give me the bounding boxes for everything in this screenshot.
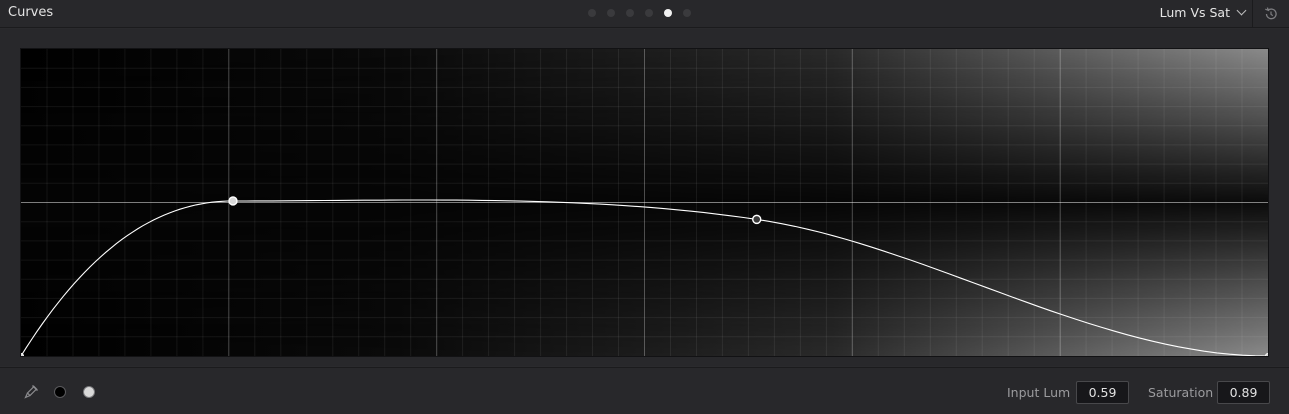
page-dot-5[interactable] <box>664 9 672 17</box>
curves-panel <box>0 29 1289 366</box>
saturation-field[interactable]: 0.89 <box>1217 381 1270 404</box>
panel-title: Curves <box>8 5 54 20</box>
white-point-swatch[interactable] <box>83 386 95 398</box>
reset-icon <box>1265 7 1277 20</box>
saturation-label: Saturation <box>1148 385 1214 400</box>
curve-mode-dropdown[interactable]: Lum Vs Sat <box>1159 5 1247 20</box>
page-dot-4[interactable] <box>645 9 653 17</box>
black-point-swatch[interactable] <box>54 386 66 398</box>
curve-control-point[interactable] <box>228 196 238 206</box>
page-dot-1[interactable] <box>588 9 596 17</box>
color-picker-button[interactable] <box>23 384 39 400</box>
page-indicator <box>588 9 691 17</box>
input-lum-field[interactable]: 0.59 <box>1076 381 1129 404</box>
curves-header: Curves Lum Vs Sat <box>0 0 1289 28</box>
curve-control-point[interactable] <box>752 214 762 225</box>
reset-button[interactable] <box>1263 6 1279 22</box>
chevron-down-icon <box>1236 5 1247 16</box>
input-lum-label: Input Lum <box>1007 385 1071 400</box>
curve-graph-canvas[interactable] <box>21 49 1268 356</box>
curve-mode-label: Lum Vs Sat <box>1159 5 1230 20</box>
page-dot-3[interactable] <box>626 9 634 17</box>
curves-footer: Input Lum 0.59 Saturation 0.89 <box>0 367 1289 414</box>
color-picker-icon <box>24 385 38 399</box>
page-dot-2[interactable] <box>607 9 615 17</box>
curve-graph[interactable] <box>20 48 1269 357</box>
page-dot-6[interactable] <box>683 9 691 17</box>
header-divider <box>1252 0 1253 28</box>
